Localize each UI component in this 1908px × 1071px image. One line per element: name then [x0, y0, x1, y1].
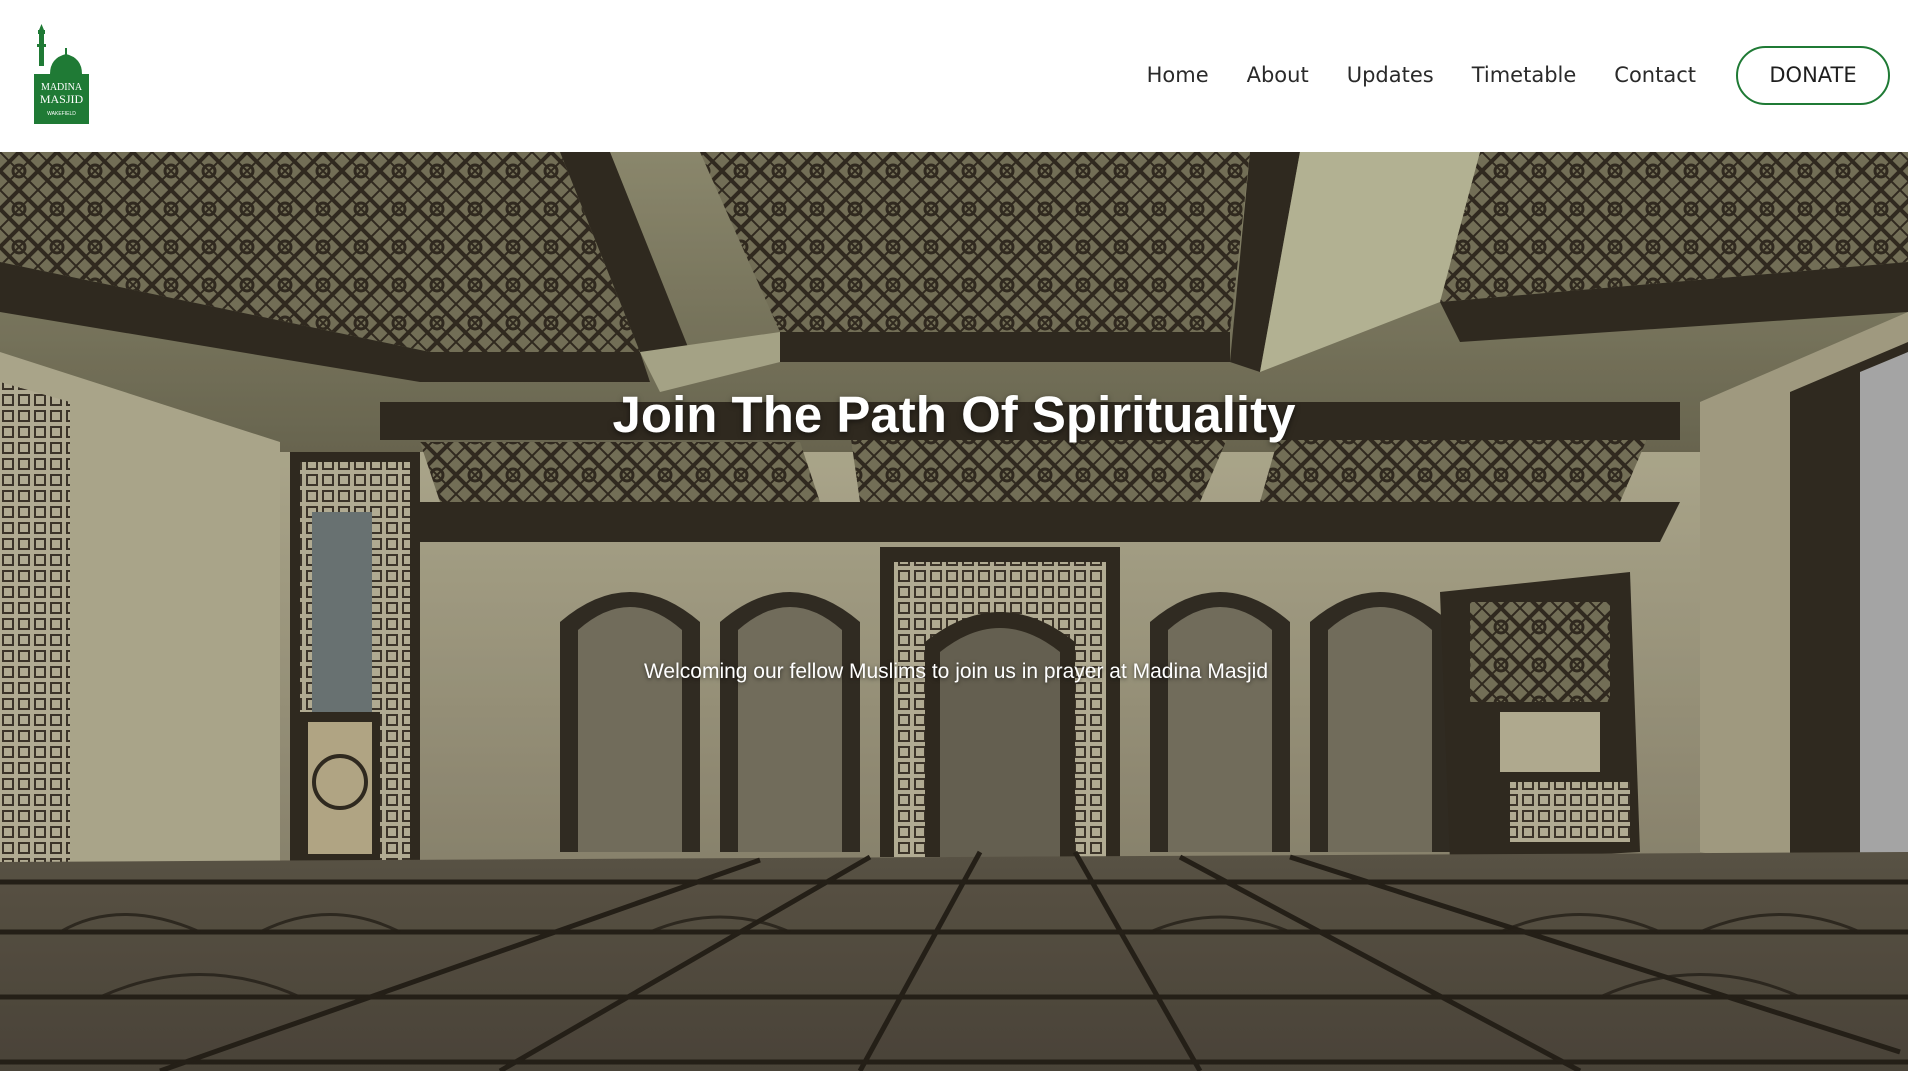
logo-text-line2: MASJID — [40, 92, 84, 106]
mosque-logo-icon: MADINA MASJID WAKEFIELD — [34, 24, 89, 124]
nav-item-home[interactable]: Home — [1147, 63, 1209, 87]
main-navigation: Home About Updates Timetable Contact DON… — [1147, 44, 1890, 106]
nav-item-contact[interactable]: Contact — [1614, 63, 1696, 87]
logo-text-line3: WAKEFIELD — [47, 111, 76, 117]
donate-button[interactable]: DONATE — [1736, 45, 1890, 105]
site-header: MADINA MASJID WAKEFIELD Home About Updat… — [0, 0, 1908, 152]
nav-item-timetable[interactable]: Timetable — [1472, 63, 1577, 87]
hero-section: Join The Path Of Spirituality Welcoming … — [0, 152, 1908, 1071]
hero-subtitle: Welcoming our fellow Muslims to join us … — [643, 660, 1269, 683]
madina-masjid-logo[interactable]: MADINA MASJID WAKEFIELD — [32, 24, 92, 124]
prayer-hall-background-image — [0, 152, 1908, 1071]
nav-item-about[interactable]: About — [1247, 63, 1309, 87]
nav-item-updates[interactable]: Updates — [1347, 63, 1434, 87]
hero-title: Join The Path Of Spirituality — [612, 386, 1296, 443]
